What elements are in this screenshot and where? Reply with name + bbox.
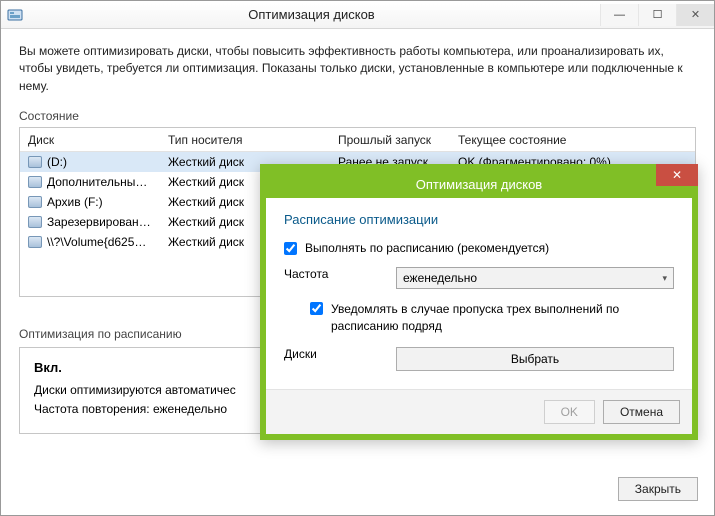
app-icon (7, 7, 23, 23)
cancel-button[interactable]: Отмена (603, 400, 680, 424)
frequency-value: еженедельно (403, 271, 477, 285)
drive-icon (28, 196, 42, 208)
chevron-down-icon: ▾ (662, 273, 667, 284)
run-schedule-checkbox[interactable] (284, 242, 297, 255)
col-last[interactable]: Прошлый запуск (330, 133, 450, 147)
table-header: Диск Тип носителя Прошлый запуск Текущее… (20, 128, 695, 152)
close-button[interactable]: Закрыть (618, 477, 698, 501)
ok-button[interactable]: OK (544, 400, 595, 424)
col-status[interactable]: Текущее состояние (450, 133, 695, 147)
run-schedule-label: Выполнять по расписанию (рекомендуется) (305, 241, 549, 255)
notify-row: Уведомлять в случае пропуска трех выполн… (310, 301, 674, 335)
disks-row: Диски Выбрать (284, 347, 674, 371)
col-media[interactable]: Тип носителя (160, 133, 330, 147)
description-text: Вы можете оптимизировать диски, чтобы по… (19, 43, 696, 95)
footer: Закрыть (1, 467, 714, 515)
dialog-title: Оптимизация дисков (416, 177, 542, 192)
dialog-titlebar: Оптимизация дисков ✕ (266, 170, 692, 198)
dialog-close-button[interactable]: ✕ (656, 164, 698, 186)
drive-icon (28, 216, 42, 228)
notify-checkbox[interactable] (310, 302, 323, 315)
maximize-button[interactable]: ☐ (638, 4, 676, 26)
choose-disks-button[interactable]: Выбрать (396, 347, 674, 371)
drive-icon (28, 236, 42, 248)
dialog-footer: OK Отмена (266, 389, 692, 434)
schedule-dialog: Оптимизация дисков ✕ Расписание оптимиза… (260, 164, 698, 440)
drive-icon (28, 176, 42, 188)
window-title: Оптимизация дисков (23, 7, 600, 22)
titlebar: Оптимизация дисков — ☐ ✕ (1, 1, 714, 29)
frequency-row: Частота еженедельно ▾ (284, 267, 674, 289)
drive-icon (28, 156, 42, 168)
col-disk[interactable]: Диск (20, 133, 160, 147)
close-window-button[interactable]: ✕ (676, 4, 714, 26)
state-label: Состояние (19, 109, 696, 123)
dialog-heading: Расписание оптимизации (284, 212, 674, 227)
run-schedule-row: Выполнять по расписанию (рекомендуется) (284, 241, 674, 255)
disks-label: Диски (284, 347, 396, 361)
dialog-body: Расписание оптимизации Выполнять по расп… (266, 198, 692, 389)
notify-label: Уведомлять в случае пропуска трех выполн… (331, 301, 674, 335)
frequency-select[interactable]: еженедельно ▾ (396, 267, 674, 289)
window-buttons: — ☐ ✕ (600, 4, 714, 26)
minimize-button[interactable]: — (600, 4, 638, 26)
frequency-label: Частота (284, 267, 396, 281)
